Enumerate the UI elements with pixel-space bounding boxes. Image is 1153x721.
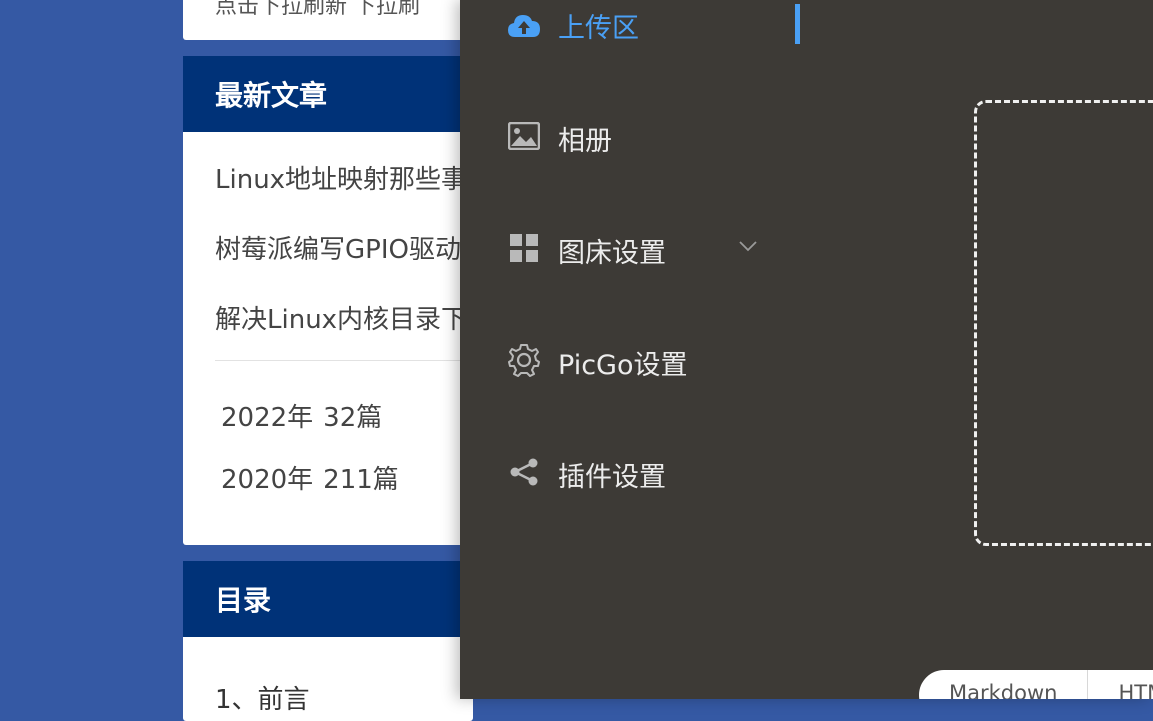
grid-icon	[507, 231, 541, 265]
divider	[215, 360, 473, 361]
article-link[interactable]: 树莓派编写GPIO驱动	[215, 222, 473, 292]
format-markdown-button[interactable]: Markdown	[919, 670, 1089, 699]
archive-year: 2022年	[221, 403, 314, 433]
archive-count: 32篇	[323, 403, 383, 433]
toc-item[interactable]: 1、前言	[215, 679, 310, 716]
toc-title: 目录	[183, 561, 473, 637]
menu-item-upload[interactable]: 上传区	[460, 0, 800, 56]
chevron-down-icon[interactable]	[738, 236, 758, 256]
menu-item-picbed-settings[interactable]: 图床设置	[460, 220, 800, 276]
archive-item[interactable]: 2020年 211篇	[221, 441, 473, 503]
menu-label: 上传区	[558, 13, 639, 44]
archive-count: 211篇	[323, 465, 399, 495]
recent-articles-title: 最新文章	[183, 56, 473, 132]
article-list: Linux地址映射那些事 树莓派编写GPIO驱动 解决Linux内核目录下	[183, 132, 473, 362]
share-icon	[507, 455, 541, 489]
archive-year: 2020年	[221, 465, 314, 495]
recent-articles-card: 最新文章 Linux地址映射那些事 树莓派编写GPIO驱动 解决Linux内核目…	[183, 56, 473, 545]
menu-item-plugin-settings[interactable]: 插件设置	[460, 444, 800, 500]
toc-card: 目录 1、前言	[183, 561, 473, 721]
menu-label: PicGo设置	[558, 350, 688, 381]
top-card: 点击下拉刷新 下拉刷	[183, 0, 473, 40]
archive-list: 2022年 32篇 2020年 211篇	[183, 363, 473, 503]
format-html-button[interactable]: HTML	[1088, 670, 1153, 699]
menu-label: 相册	[558, 126, 612, 157]
upload-dropzone[interactable]	[974, 100, 1153, 546]
picgo-window: 上传区 相册 图床设置 PicGo设置 插件设置 Markdown HT	[460, 0, 1153, 699]
cloud-upload-icon	[507, 8, 541, 42]
menu-item-picgo-settings[interactable]: PicGo设置	[460, 332, 800, 388]
gear-icon	[507, 343, 541, 377]
menu-label: 图床设置	[558, 238, 666, 269]
blog-sidebar: 点击下拉刷新 下拉刷 最新文章 Linux地址映射那些事 树莓派编写GPIO驱动…	[183, 0, 473, 721]
top-card-text: 点击下拉刷新 下拉刷	[215, 0, 420, 19]
picture-icon	[507, 119, 541, 153]
menu-label: 插件设置	[558, 462, 666, 493]
article-link[interactable]: 解决Linux内核目录下	[215, 292, 473, 362]
link-format-switch: Markdown HTML	[919, 670, 1153, 699]
active-indicator	[795, 4, 800, 44]
archive-item[interactable]: 2022年 32篇	[221, 379, 473, 441]
menu-item-album[interactable]: 相册	[460, 108, 800, 164]
article-link[interactable]: Linux地址映射那些事	[215, 152, 473, 222]
